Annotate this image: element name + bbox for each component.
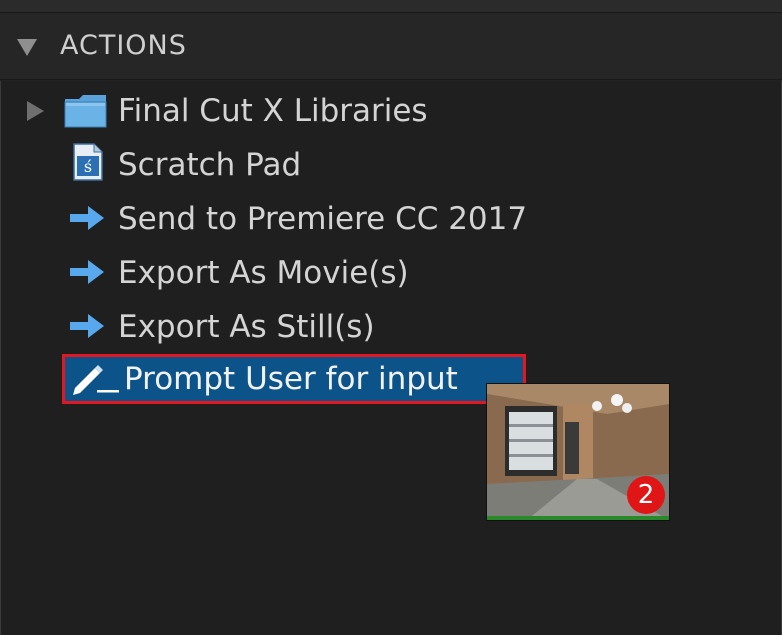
scratch-pad-document-icon: ś	[73, 143, 103, 181]
arrow-right-icon	[70, 314, 104, 338]
list-item-label: Export As Still(s)	[118, 309, 375, 345]
top-divider-band	[0, 0, 782, 13]
arrow-right-icon	[70, 206, 104, 230]
actions-section-header[interactable]: ACTIONS	[0, 13, 782, 80]
drag-count-badge: 2	[627, 476, 665, 514]
list-item-label: Final Cut X Libraries	[118, 93, 428, 129]
list-item-scratch-pad[interactable]: ś Scratch Pad	[1, 139, 781, 189]
list-item-label: Export As Movie(s)	[118, 255, 409, 291]
svg-text:ś: ś	[84, 157, 92, 176]
drag-preview-thumbnail: 2	[486, 383, 670, 521]
list-item-label: Prompt User for input	[124, 361, 458, 397]
actions-list-panel: Final Cut X Libraries ś Scratch Pad Send…	[0, 81, 782, 635]
disclosure-triangle-icon[interactable]	[25, 100, 45, 122]
arrow-right-icon	[70, 260, 104, 284]
pencil-icon	[73, 365, 119, 395]
list-item-label: Send to Premiere CC 2017	[118, 201, 528, 237]
list-item-send-to-premiere[interactable]: Send to Premiere CC 2017	[1, 193, 781, 243]
list-item-export-stills[interactable]: Export As Still(s)	[1, 301, 781, 351]
list-item-final-cut-libraries[interactable]: Final Cut X Libraries	[1, 85, 781, 135]
list-item-export-movies[interactable]: Export As Movie(s)	[1, 247, 781, 297]
list-item-prompt-user-selected[interactable]: Prompt User for input	[62, 354, 526, 404]
section-title: ACTIONS	[60, 30, 187, 61]
folder-icon	[64, 95, 107, 128]
list-item-label: Scratch Pad	[118, 147, 302, 183]
collapse-triangle-icon[interactable]	[16, 36, 38, 58]
